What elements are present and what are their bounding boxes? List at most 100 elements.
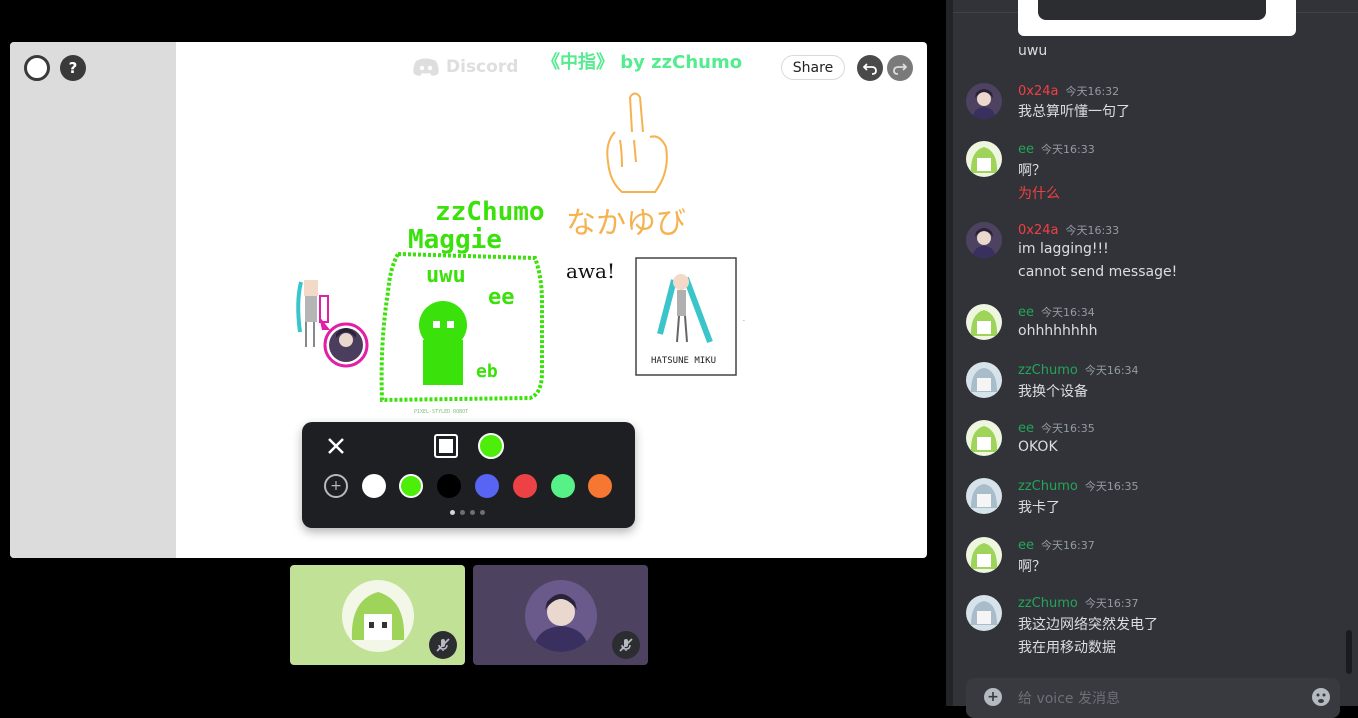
awa-text: awa! [566, 259, 615, 283]
image-embed[interactable] [1018, 0, 1296, 36]
add-color-button[interactable]: + [324, 474, 348, 498]
message-text: OKOK [1018, 439, 1058, 455]
timestamp: 今天16:32 [1065, 85, 1120, 98]
pixel-caption: PIXEL-STYLED ROBOT [414, 409, 468, 415]
message-text: 我卡了 [1018, 500, 1060, 516]
message-text: 啊？ [1018, 559, 1046, 575]
embed-preview [1038, 0, 1266, 20]
cursor-avatar [323, 322, 369, 368]
avatar-zzchumo[interactable] [966, 478, 1002, 514]
author-name[interactable]: ee [1018, 305, 1034, 320]
avatar-ee[interactable] [966, 304, 1002, 340]
avatar [525, 580, 597, 652]
circle-tool-button[interactable] [24, 55, 50, 81]
message-text: ohhhhhhhh [1018, 323, 1098, 339]
uwu-text: uwu [426, 263, 466, 288]
palette-page-indicator[interactable] [450, 510, 485, 515]
timestamp: 今天16:35 [1041, 422, 1095, 435]
whiteboard-canvas[interactable]: なかゆび zzChumo Maggie uwu ee eb PIXEL-STYL… [10, 42, 927, 558]
avatar-ee[interactable] [966, 537, 1002, 573]
add-attachment-icon[interactable]: + [984, 688, 1002, 706]
nakayubi-text: なかゆび [566, 206, 686, 241]
author-name[interactable]: zzChumo [1018, 363, 1078, 378]
author-name[interactable]: ee [1018, 142, 1034, 157]
eb-text: eb [476, 361, 498, 382]
color-swatch-white[interactable] [362, 474, 386, 498]
middle-finger-sketch [606, 92, 668, 193]
color-swatch-green-selected[interactable] [399, 474, 423, 498]
participant-tile-ee[interactable] [290, 565, 465, 665]
timestamp: 今天16:33 [1065, 224, 1120, 237]
author-name[interactable]: zzChumo [1018, 596, 1078, 611]
timestamp: 今天16:33 [1041, 143, 1095, 156]
color-swatch-orange[interactable] [588, 474, 612, 498]
avatar-0x24a[interactable] [966, 222, 1002, 258]
message-header: ee 今天16:34 [1018, 304, 1095, 320]
message-header: 0x24a 今天16:32 [1018, 83, 1119, 99]
message-input[interactable]: 给 voice 发消息 [1018, 688, 1120, 708]
avatar-0x24a[interactable] [966, 83, 1002, 119]
message-text: uwu [1018, 43, 1048, 59]
avatar-ee[interactable] [966, 141, 1002, 177]
color-swatch-black[interactable] [437, 474, 461, 498]
color-palette: + [302, 422, 635, 528]
author-name[interactable]: 0x24a [1018, 84, 1058, 99]
muted-mic-icon [612, 631, 640, 659]
zzchumo-text: zzChumo [435, 197, 545, 227]
svg-text:·: · [743, 318, 745, 325]
chat-panel: uwu 0x24a 今天16:32 我总算听懂一句了 ee 今天16:33 啊？… [946, 0, 1358, 718]
ee-text: ee [488, 285, 515, 310]
author-name[interactable]: 0x24a [1018, 223, 1058, 238]
message-text: 我在用移动数据 [1018, 640, 1116, 656]
timestamp: 今天16:34 [1041, 306, 1095, 319]
timestamp: 今天16:37 [1084, 597, 1139, 610]
author-name[interactable]: ee [1018, 538, 1034, 553]
chat-scrollbar[interactable] [1346, 630, 1352, 674]
share-button[interactable]: Share [781, 55, 845, 80]
message-text-red: 为什么 [1018, 186, 1060, 202]
stage-area: なかゆび zzChumo Maggie uwu ee eb PIXEL-STYL… [0, 0, 946, 706]
current-color-indicator[interactable] [478, 433, 504, 459]
message-header: zzChumo 今天16:34 [1018, 362, 1139, 378]
redo-icon[interactable] [887, 55, 913, 81]
message-header: ee 今天16:35 [1018, 420, 1095, 436]
discord-logo-icon [413, 58, 439, 76]
avatar [342, 580, 414, 652]
board-title: 《中指》 by zzChumo [542, 52, 743, 73]
message-header: 0x24a 今天16:33 [1018, 222, 1119, 238]
chat-edge [946, 0, 953, 706]
message-text: 我这边网络突然发电了 [1018, 617, 1158, 633]
message-header: ee 今天16:33 [1018, 141, 1095, 157]
close-icon[interactable] [325, 435, 347, 457]
author-name[interactable]: ee [1018, 421, 1034, 436]
message-composer[interactable]: + 给 voice 发消息 [966, 678, 1340, 718]
discord-wordmark: Discord [446, 57, 519, 77]
undo-icon[interactable] [857, 55, 883, 81]
timestamp: 今天16:37 [1041, 539, 1095, 552]
discord-watermark: Discord [412, 55, 518, 79]
emoji-icon[interactable] [1311, 687, 1331, 707]
muted-mic-icon [429, 631, 457, 659]
message-text: 我总算听懂一句了 [1018, 104, 1130, 120]
help-button[interactable]: ? [60, 55, 86, 81]
maggie-text: Maggie [408, 225, 502, 255]
color-swatch-red[interactable] [513, 474, 537, 498]
timestamp: 今天16:34 [1084, 364, 1139, 377]
message-header: zzChumo 今天16:37 [1018, 595, 1139, 611]
color-swatch-light-green[interactable] [551, 474, 575, 498]
participant-tile-0x24a[interactable] [473, 565, 648, 665]
color-swatch-blurple[interactable] [475, 474, 499, 498]
message-text: 啊？ [1018, 163, 1046, 179]
message-text: im lagging!!! [1018, 241, 1109, 257]
avatar-zzchumo[interactable] [966, 362, 1002, 398]
message-header: zzChumo 今天16:35 [1018, 478, 1139, 494]
brush-size-square[interactable] [434, 434, 458, 458]
message-text: cannot send message! [1018, 264, 1178, 280]
avatar-ee[interactable] [966, 420, 1002, 456]
hatsune-miku-label: HATSUNE MIKU [651, 356, 716, 366]
message-text: 我换个设备 [1018, 384, 1088, 400]
author-name[interactable]: zzChumo [1018, 479, 1078, 494]
avatar-zzchumo[interactable] [966, 595, 1002, 631]
message-header: ee 今天16:37 [1018, 537, 1095, 553]
timestamp: 今天16:35 [1084, 480, 1139, 493]
